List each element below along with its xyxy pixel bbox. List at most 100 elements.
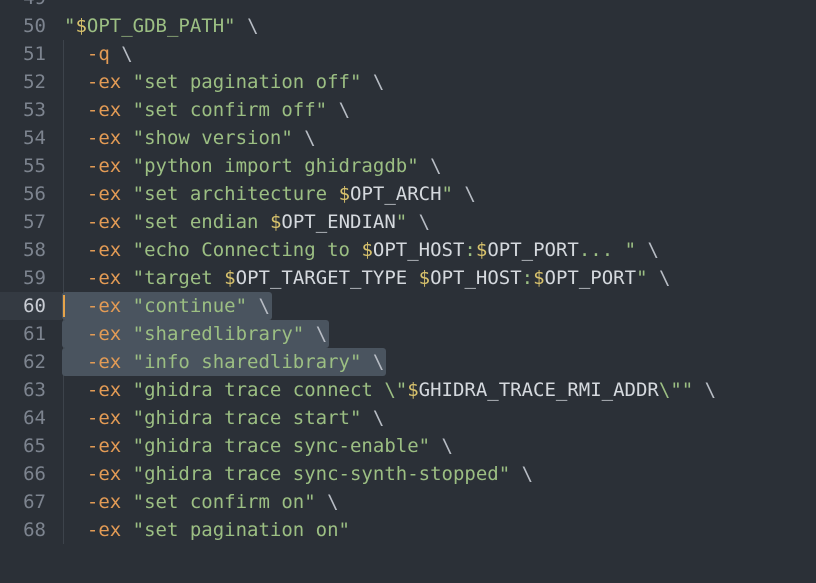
text-caret — [63, 295, 65, 317]
token-var: OPT_HOST — [372, 239, 465, 261]
code-line[interactable]: 56 -ex "set architecture $OPT_ARCH" \ — [0, 180, 816, 208]
line-number: 60 — [23, 295, 46, 317]
token-punct: \ — [361, 407, 385, 429]
line-number: 54 — [23, 127, 46, 149]
token-dollar: $ — [361, 239, 373, 261]
token-str: ... " — [578, 239, 637, 261]
token-flag: -ex — [86, 323, 122, 345]
line-number: 56 — [23, 183, 46, 205]
token-punct: \ — [647, 267, 671, 289]
token-str: " — [441, 183, 453, 205]
token-str: \"" — [658, 379, 694, 401]
token-str: " — [636, 267, 648, 289]
code-line[interactable]: 65 -ex "ghidra trace sync-enable" \ — [0, 432, 816, 460]
token-str: " — [64, 15, 76, 37]
token-dollar: $ — [407, 379, 419, 401]
code-line[interactable]: 49 — [0, 0, 816, 12]
token-str: "show version" — [121, 127, 293, 149]
token-str: "info sharedlibrary" — [121, 351, 362, 373]
code-line[interactable]: 63 -ex "ghidra trace connect \"$GHIDRA_T… — [0, 376, 816, 404]
code-line[interactable]: 68 -ex "set pagination on" — [0, 516, 816, 544]
line-code: -ex "info sharedlibrary" \ — [64, 348, 384, 376]
line-code: -ex "ghidra trace sync-enable" \ — [64, 432, 453, 460]
code-line[interactable]: 64 -ex "ghidra trace start" \ — [0, 404, 816, 432]
token-dollar: $ — [475, 239, 488, 261]
token-str: "set pagination on" — [121, 519, 350, 541]
code-line[interactable]: 53 -ex "set confirm off" \ — [0, 96, 816, 124]
token-punct: \ — [452, 183, 476, 205]
token-str: "ghidra trace connect \" — [121, 379, 408, 401]
token-dollar: $ — [269, 211, 282, 233]
token-var: OPT_TARGET_TYPE — [235, 267, 408, 289]
token-punct: \ — [407, 211, 431, 233]
code-line[interactable]: 50 "$OPT_GDB_PATH" \ — [0, 12, 816, 40]
token-str: "ghidra trace sync-enable" — [121, 435, 431, 457]
token-punct: \ — [510, 463, 534, 485]
code-line[interactable]: 58 -ex "echo Connecting to $OPT_HOST:$OP… — [0, 236, 816, 264]
line-code: -ex "ghidra trace connect \"$GHIDRA_TRAC… — [64, 376, 716, 404]
line-code: -ex "sharedlibrary" \ — [64, 320, 327, 348]
line-number: 68 — [23, 519, 46, 541]
line-number: 58 — [23, 239, 46, 261]
line-number: 55 — [23, 155, 46, 177]
token-flag: -ex — [86, 71, 122, 93]
token-flag: -ex — [86, 211, 122, 233]
code-line[interactable]: 54 -ex "show version" \ — [0, 124, 816, 152]
token-punct: \ — [247, 295, 270, 317]
line-code: -ex "set pagination off" \ — [64, 68, 384, 96]
token-punct: \ — [430, 435, 453, 457]
token-dollar: $ — [418, 267, 431, 289]
token-punct: \ — [327, 99, 351, 121]
token-var: OPT_PORT — [544, 267, 637, 289]
line-number: 67 — [23, 491, 46, 513]
line-code: -ex "set confirm on" \ — [64, 488, 339, 516]
token-punct: \ — [315, 491, 339, 513]
token-punct: \ — [418, 155, 442, 177]
token-str: " — [395, 211, 408, 233]
line-number: 59 — [23, 267, 46, 289]
token-flag: -ex — [86, 295, 122, 317]
line-code: -ex "set pagination on" — [64, 516, 350, 544]
line-code: -ex "echo Connecting to $OPT_HOST:$OPT_P… — [64, 236, 659, 264]
line-code: -ex "continue" \ — [64, 292, 270, 320]
code-line[interactable] — [0, 544, 816, 572]
code-line[interactable]: 57 -ex "set endian $OPT_ENDIAN" \ — [0, 208, 816, 236]
line-code: -ex "set endian $OPT_ENDIAN" \ — [64, 208, 430, 236]
token-str: "target — [121, 267, 225, 289]
line-number: 52 — [23, 71, 46, 93]
token-flag: -ex — [86, 519, 122, 541]
token-str: "set pagination off" — [121, 71, 362, 93]
code-line[interactable]: 55 -ex "python import ghidragdb" \ — [0, 152, 816, 180]
token-flag: -ex — [86, 155, 122, 177]
token-str: "ghidra trace start" — [121, 407, 362, 429]
code-line[interactable]: 61 -ex "sharedlibrary" \ — [0, 320, 816, 348]
code-line[interactable]: 59 -ex "target $OPT_TARGET_TYPE $OPT_HOS… — [0, 264, 816, 292]
code-line[interactable]: 62 -ex "info sharedlibrary" \ — [0, 348, 816, 376]
line-code: -ex "set architecture $OPT_ARCH" \ — [64, 180, 476, 208]
token-punct: \ — [292, 127, 316, 149]
code-line[interactable]: 67 -ex "set confirm on" \ — [0, 488, 816, 516]
token-punct: \ — [361, 71, 385, 93]
token-flag: -ex — [86, 127, 122, 149]
token-dollar: $ — [338, 183, 351, 205]
line-code: -ex "target $OPT_TARGET_TYPE $OPT_HOST:$… — [64, 264, 671, 292]
token-str: "sharedlibrary" — [121, 323, 305, 345]
code-line[interactable]: 51 -q \ — [0, 40, 816, 68]
line-number: 65 — [23, 435, 46, 457]
token-flag: -ex — [86, 407, 122, 429]
token-var: OPT_ARCH — [350, 183, 442, 205]
token-flag: -ex — [86, 239, 122, 261]
code-line[interactable]: 66 -ex "ghidra trace sync-synth-stopped"… — [0, 460, 816, 488]
line-code: "$OPT_GDB_PATH" \ — [64, 12, 259, 40]
token-punct: \ — [361, 351, 385, 373]
code-line[interactable]: 52 -ex "set pagination off" \ — [0, 68, 816, 96]
line-number: 50 — [23, 15, 46, 37]
line-number: 53 — [23, 99, 46, 121]
token-punct: \ — [109, 43, 133, 65]
line-code: -ex "ghidra trace sync-synth-stopped" \ — [64, 460, 533, 488]
line-number: 57 — [23, 211, 46, 233]
code-line[interactable]: 60 -ex "continue" \ — [0, 292, 816, 320]
token-dollar: $ — [224, 267, 236, 289]
token-str: : — [521, 267, 534, 289]
code-editor[interactable]: 4950"$OPT_GDB_PATH" \51 -q \52 -ex "set … — [0, 0, 816, 572]
